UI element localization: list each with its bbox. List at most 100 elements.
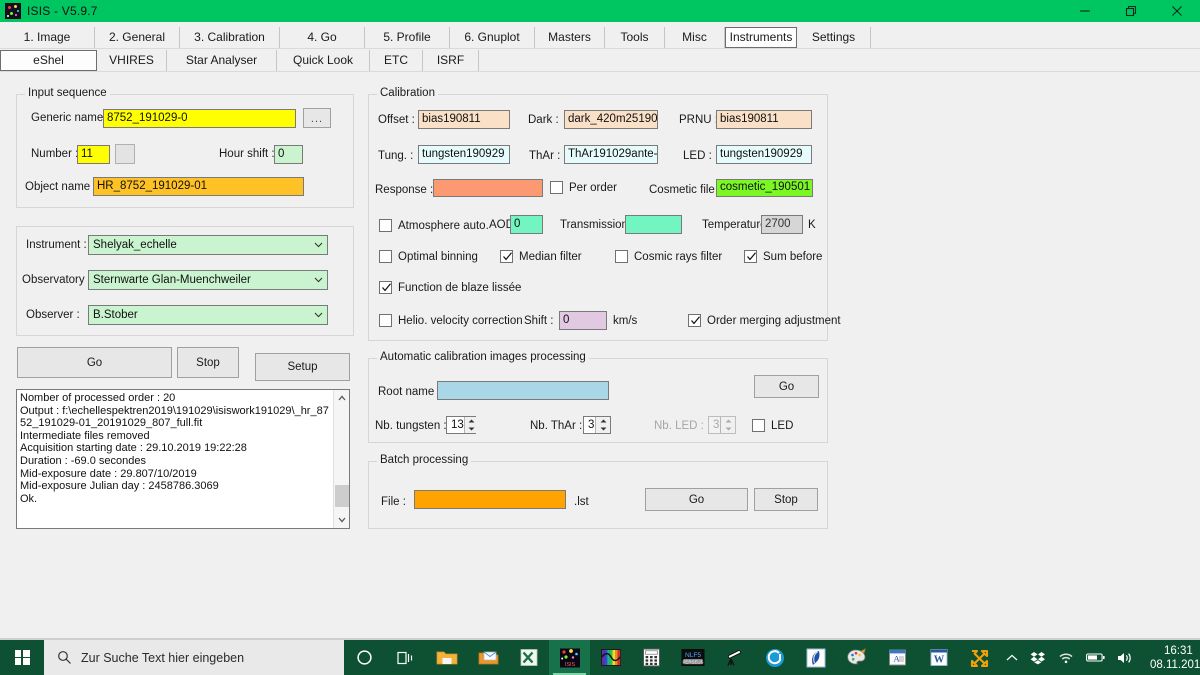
sum-before-checkbox[interactable]: Sum before	[744, 250, 822, 263]
sharex-icon[interactable]	[959, 640, 1000, 675]
spinner-up-icon[interactable]	[596, 417, 610, 425]
tab-3-calibration[interactable]: 3. Calibration	[180, 26, 280, 48]
cosmic-rays-filter-checkbox[interactable]: Cosmic rays filter	[615, 250, 722, 263]
prnu-input[interactable]: bias190811	[716, 110, 812, 129]
response-input[interactable]	[433, 179, 543, 197]
tab-quick-look[interactable]: Quick Look	[277, 49, 370, 71]
paint-icon[interactable]	[836, 640, 877, 675]
helio-velocity-checkbox[interactable]: Helio. velocity correction	[379, 314, 523, 327]
tab-6-gnuplot[interactable]: 6. Gnuplot	[450, 26, 535, 48]
tab-etc[interactable]: ETC	[370, 49, 423, 71]
chevron-down-icon[interactable]	[309, 271, 327, 289]
tab-5-profile[interactable]: 5. Profile	[365, 26, 450, 48]
tab-misc[interactable]: Misc	[665, 26, 725, 48]
taskbar-search-input[interactable]: Zur Suche Text hier eingeben	[44, 640, 344, 675]
dropbox-icon[interactable]	[1024, 640, 1052, 675]
spinner-buttons[interactable]	[463, 417, 479, 433]
log-output[interactable]: Nomber of processed order : 20 Output : …	[16, 389, 350, 529]
led-checkbox[interactable]: LED	[752, 419, 793, 432]
optimal-binning-checkbox[interactable]: Optimal binning	[379, 250, 478, 263]
cartes-du-ciel-icon[interactable]	[754, 640, 795, 675]
spinner-buttons[interactable]	[595, 417, 610, 433]
spinner-down-icon[interactable]	[465, 425, 479, 433]
show-hidden-icons-chevron[interactable]	[1000, 640, 1024, 675]
batch-file-input[interactable]	[414, 490, 566, 509]
tab-settings[interactable]: Settings	[797, 26, 871, 48]
led-input[interactable]: tungsten190929	[716, 145, 812, 164]
taskbar-clock[interactable]: 16:31 08.11.2019	[1140, 644, 1200, 672]
batch-go-button[interactable]: Go	[645, 488, 748, 511]
minimize-icon[interactable]	[1062, 0, 1108, 22]
restore-icon[interactable]	[1108, 0, 1154, 22]
number-input[interactable]: 11	[77, 145, 110, 164]
temperature-input[interactable]: 2700	[761, 215, 803, 234]
generic-name-browse-button[interactable]: ...	[303, 108, 331, 128]
tab-isrf[interactable]: ISRF	[423, 49, 479, 71]
batch-stop-button[interactable]: Stop	[754, 488, 818, 511]
task-view-icon[interactable]	[385, 640, 426, 675]
mail-icon[interactable]	[467, 640, 508, 675]
close-icon[interactable]	[1154, 0, 1200, 22]
cortana-icon[interactable]	[344, 640, 385, 675]
thar-input[interactable]: ThAr191029ante-001	[564, 145, 658, 164]
shift-input[interactable]: 0	[559, 311, 607, 330]
scrollbar-thumb[interactable]	[335, 485, 349, 507]
per-order-checkbox[interactable]: Per order	[550, 181, 617, 194]
instrument-select[interactable]: Shelyak_echelle	[88, 235, 328, 255]
tab-masters[interactable]: Masters	[535, 26, 605, 48]
tab-tools[interactable]: Tools	[605, 26, 665, 48]
observatory-select[interactable]: Sternwarte Glan-Muenchweiler	[88, 270, 328, 290]
setup-button[interactable]: Setup	[255, 353, 350, 381]
blaze-function-checkbox[interactable]: Function de blaze lissée	[379, 281, 521, 294]
wifi-icon[interactable]	[1052, 640, 1080, 675]
go-button[interactable]: Go	[17, 347, 172, 378]
number-aux-button[interactable]	[115, 144, 135, 164]
transmission-input[interactable]	[625, 215, 682, 234]
tab-1-image[interactable]: 1. Image	[0, 26, 95, 48]
calculator-icon[interactable]	[631, 640, 672, 675]
chevron-down-icon[interactable]	[309, 236, 327, 254]
scroll-up-icon[interactable]	[334, 390, 349, 406]
telescope-icon[interactable]	[713, 640, 754, 675]
spectrum-icon[interactable]	[590, 640, 631, 675]
observatory-value: Sternwarte Glan-Muenchweiler	[93, 274, 251, 286]
nb-tungsten-spinner[interactable]: 13	[446, 416, 479, 434]
file-explorer-icon[interactable]	[426, 640, 467, 675]
tab-4-go[interactable]: 4. Go	[280, 26, 365, 48]
cosmetic-file-input[interactable]: cosmetic_190501	[716, 179, 813, 197]
spinner-down-icon[interactable]	[596, 425, 610, 433]
tab-star-analyser[interactable]: Star Analyser	[167, 49, 277, 71]
chevron-down-icon[interactable]	[309, 306, 327, 324]
prism-icon[interactable]	[795, 640, 836, 675]
root-name-input[interactable]	[437, 381, 609, 400]
tab-instruments[interactable]: Instruments	[725, 26, 797, 48]
generic-name-input[interactable]: 8752_191029-0	[103, 109, 296, 128]
spinner-up-icon[interactable]	[465, 417, 479, 425]
order-merging-checkbox[interactable]: Order merging adjustment	[688, 314, 841, 327]
windows-start-icon[interactable]	[0, 640, 44, 675]
tab-vhires[interactable]: VHIRES	[97, 49, 167, 71]
scroll-down-icon[interactable]	[334, 512, 349, 528]
battery-icon[interactable]	[1080, 640, 1111, 675]
aod-input[interactable]: 0	[510, 215, 543, 234]
nb-thar-spinner[interactable]: 3	[583, 416, 611, 434]
tab-eshel[interactable]: eShel	[0, 49, 97, 71]
atmosphere-auto-checkbox[interactable]: Atmosphere auto.	[379, 219, 489, 232]
stop-button[interactable]: Stop	[177, 347, 239, 378]
volume-icon[interactable]	[1111, 640, 1140, 675]
log-scrollbar[interactable]	[333, 390, 349, 528]
offset-input[interactable]: bias190811	[418, 110, 510, 129]
nlf5-icon[interactable]: NLF5 PERSEUS	[672, 640, 713, 675]
median-filter-checkbox[interactable]: Median filter	[500, 250, 582, 263]
tung-input[interactable]: tungsten190929	[418, 145, 510, 164]
reader-icon[interactable]: A	[877, 640, 918, 675]
excel-icon[interactable]	[508, 640, 549, 675]
dark-input[interactable]: dark_420m25190801	[564, 110, 658, 129]
object-name-input[interactable]: HR_8752_191029-01	[93, 177, 304, 196]
observer-select[interactable]: B.Stober	[88, 305, 328, 325]
auto-calibration-go-button[interactable]: Go	[754, 375, 819, 398]
isis-icon[interactable]: ISIS	[549, 640, 590, 675]
tab-2-general[interactable]: 2. General	[95, 26, 180, 48]
word-icon[interactable]: W	[918, 640, 959, 675]
hour-shift-input[interactable]: 0	[274, 145, 303, 164]
